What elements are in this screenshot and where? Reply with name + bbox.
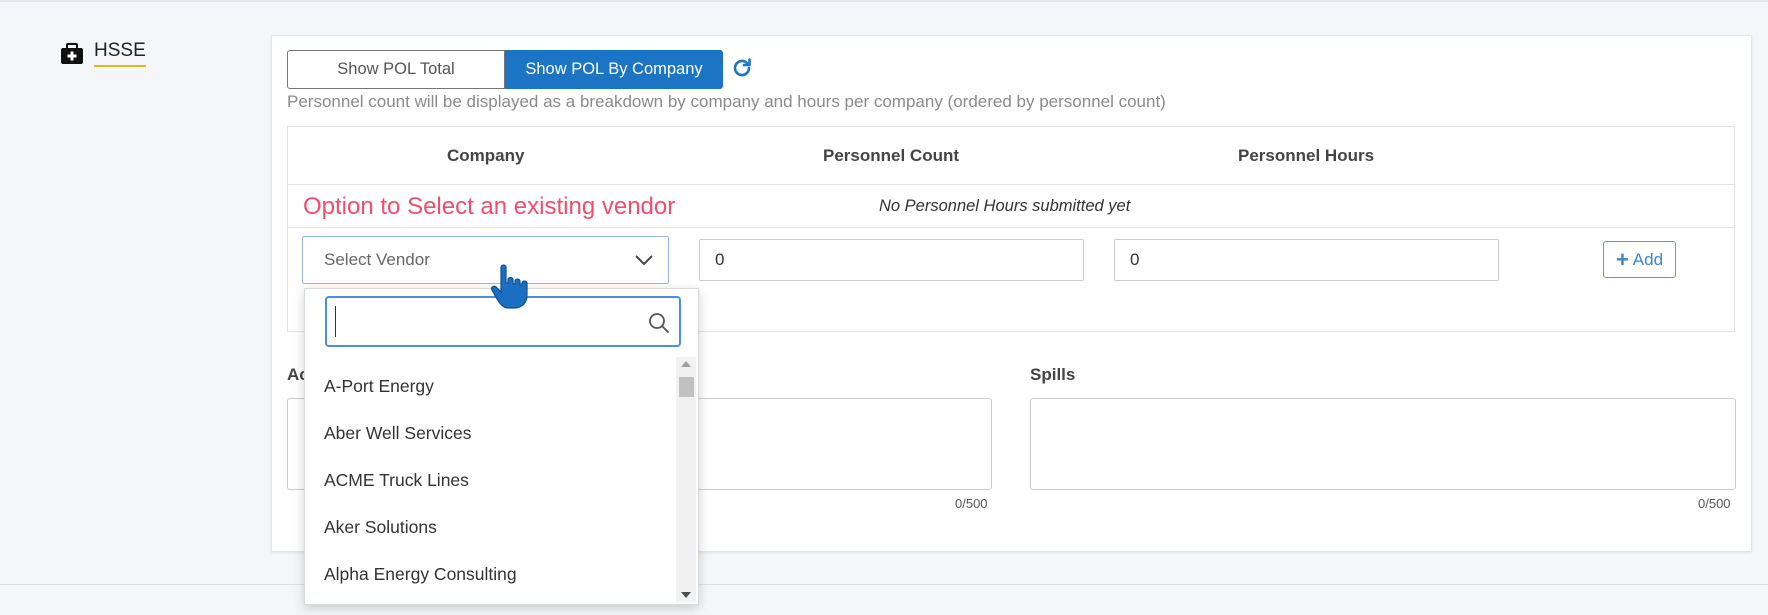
vendor-dropdown: A-Port Energy Aber Well Services ACME Tr… [304, 288, 699, 605]
column-company: Company [447, 146, 525, 165]
section-title: HSSE [94, 40, 146, 67]
plus-icon: + [1615, 246, 1629, 272]
column-personnel-count: Personnel Count [823, 146, 960, 165]
column-personnel-hours: Personnel Hours [1238, 146, 1375, 165]
add-button[interactable]: + Add [1603, 241, 1676, 278]
personnel-hours-input[interactable] [1114, 239, 1499, 281]
table-header: Company Personnel Count Personnel Hours [288, 127, 1734, 185]
scroll-up-arrow-icon[interactable] [681, 361, 691, 367]
vendor-option[interactable]: Aber Well Services [324, 423, 472, 444]
vendor-option[interactable]: Aker Solutions [324, 517, 437, 538]
spills-label: Spills [1030, 365, 1076, 384]
empty-message: No Personnel Hours submitted yet [879, 197, 1131, 215]
bottom-divider [0, 584, 1768, 585]
refresh-icon[interactable] [730, 56, 754, 80]
vendor-select-placeholder: Select Vendor [324, 250, 430, 269]
vendor-option[interactable]: A-Port Energy [324, 376, 434, 397]
left-char-counter: 0/500 [955, 496, 988, 511]
breakdown-hint: Personnel count will be displayed as a b… [287, 92, 1166, 111]
search-icon [649, 313, 669, 333]
vendor-option-list: A-Port Energy Aber Well Services ACME Tr… [305, 354, 677, 605]
vendor-search-input[interactable] [335, 306, 635, 337]
vendor-option[interactable]: Alpha Energy Consulting [324, 564, 517, 585]
chevron-down-icon [635, 255, 653, 266]
vendor-select[interactable]: Select Vendor [302, 236, 669, 284]
add-button-label: Add [1632, 249, 1664, 269]
pol-view-toggle: Show POL Total Show POL By Company [287, 50, 723, 89]
top-divider [0, 0, 1768, 2]
spills-char-counter: 0/500 [1698, 496, 1731, 511]
pointing-hand-cursor-icon [491, 264, 528, 309]
personnel-count-input[interactable] [699, 239, 1084, 281]
table-empty-row: Option to Select an existing vendor No P… [288, 185, 1734, 228]
show-pol-total-button[interactable]: Show POL Total [287, 50, 505, 89]
spills-textarea[interactable] [1030, 398, 1736, 490]
section-header: HSSE [60, 40, 146, 67]
dropdown-scrollbar[interactable] [676, 357, 696, 602]
vendor-annotation: Option to Select an existing vendor [303, 193, 676, 220]
scroll-down-arrow-icon[interactable] [681, 592, 691, 598]
scrollbar-thumb[interactable] [679, 377, 694, 397]
vendor-option[interactable]: ACME Truck Lines [324, 470, 469, 491]
first-aid-kit-icon [61, 42, 83, 64]
show-pol-by-company-button[interactable]: Show POL By Company [505, 50, 723, 89]
